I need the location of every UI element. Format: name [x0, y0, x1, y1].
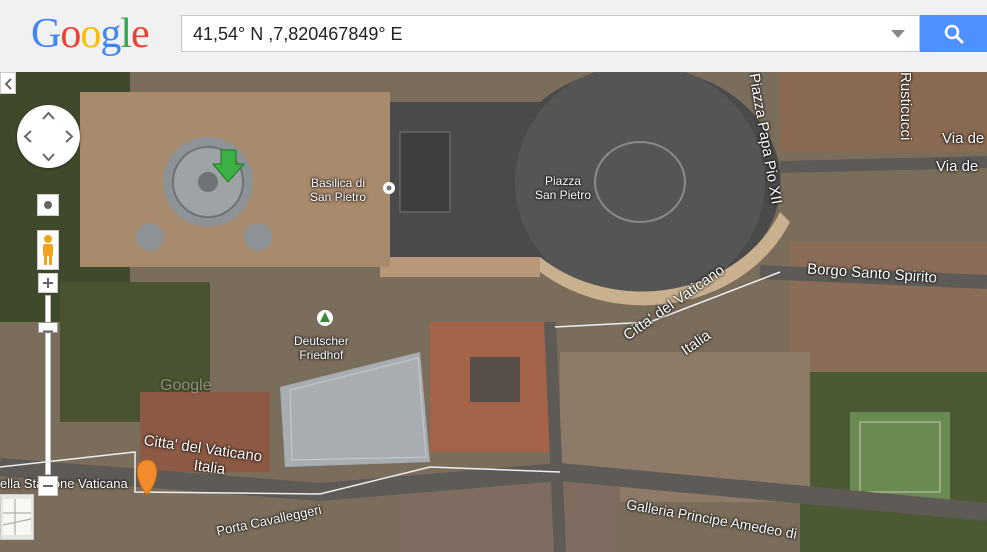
minus-icon: [43, 485, 53, 487]
satellite-imagery[interactable]: [0, 72, 987, 552]
logo-letter: G: [31, 11, 61, 57]
logo-letter: g: [100, 11, 121, 57]
zoom-in-button[interactable]: [38, 273, 58, 293]
chevron-left-icon: [4, 78, 12, 90]
location-button[interactable]: [37, 194, 59, 216]
logo-letter: o: [60, 11, 81, 57]
google-logo[interactable]: Google: [31, 10, 150, 58]
pan-control[interactable]: [17, 105, 80, 168]
collapse-panel-tab[interactable]: [0, 72, 16, 94]
map-grid-icon: [2, 499, 32, 535]
plus-icon: [43, 278, 53, 288]
header: Google 41,54° N ,7,820467849° E: [0, 0, 987, 72]
search-icon: [944, 24, 964, 44]
location-icon: [44, 201, 52, 209]
satellite-map[interactable]: Basilica di San Pietro Piazza San Pietro…: [0, 72, 987, 552]
logo-letter: e: [131, 11, 150, 57]
google-watermark: Google: [160, 377, 212, 394]
pegman-icon: [43, 235, 53, 265]
pegman-button[interactable]: [37, 230, 59, 270]
pan-arrows-icon: [23, 111, 74, 162]
chevron-down-icon[interactable]: [891, 30, 905, 38]
street-label-via-de: Via de: [936, 158, 979, 175]
zoom-out-button[interactable]: [38, 476, 58, 496]
street-label-rusticucci: Rusticucci: [897, 72, 914, 141]
map-thumbnail-toggle[interactable]: [0, 494, 34, 540]
logo-letter: l: [120, 11, 132, 57]
map-label-piazza[interactable]: Piazza San Pietro: [535, 174, 591, 202]
slider-grip-icon: [43, 330, 53, 333]
map-label-basilica[interactable]: Basilica di San Pietro: [310, 176, 366, 204]
logo-letter: o: [80, 11, 101, 57]
zoom-slider-handle[interactable]: [38, 322, 58, 333]
search-button[interactable]: [920, 15, 987, 52]
map-navigation-controls: [0, 72, 90, 552]
map-label-friedhof[interactable]: Deutscher Friedhof: [294, 334, 349, 362]
search-query-text: 41,54° N ,7,820467849° E: [193, 24, 403, 44]
search-input[interactable]: 41,54° N ,7,820467849° E: [181, 15, 920, 52]
street-label-via-de: Via de: [942, 130, 985, 147]
